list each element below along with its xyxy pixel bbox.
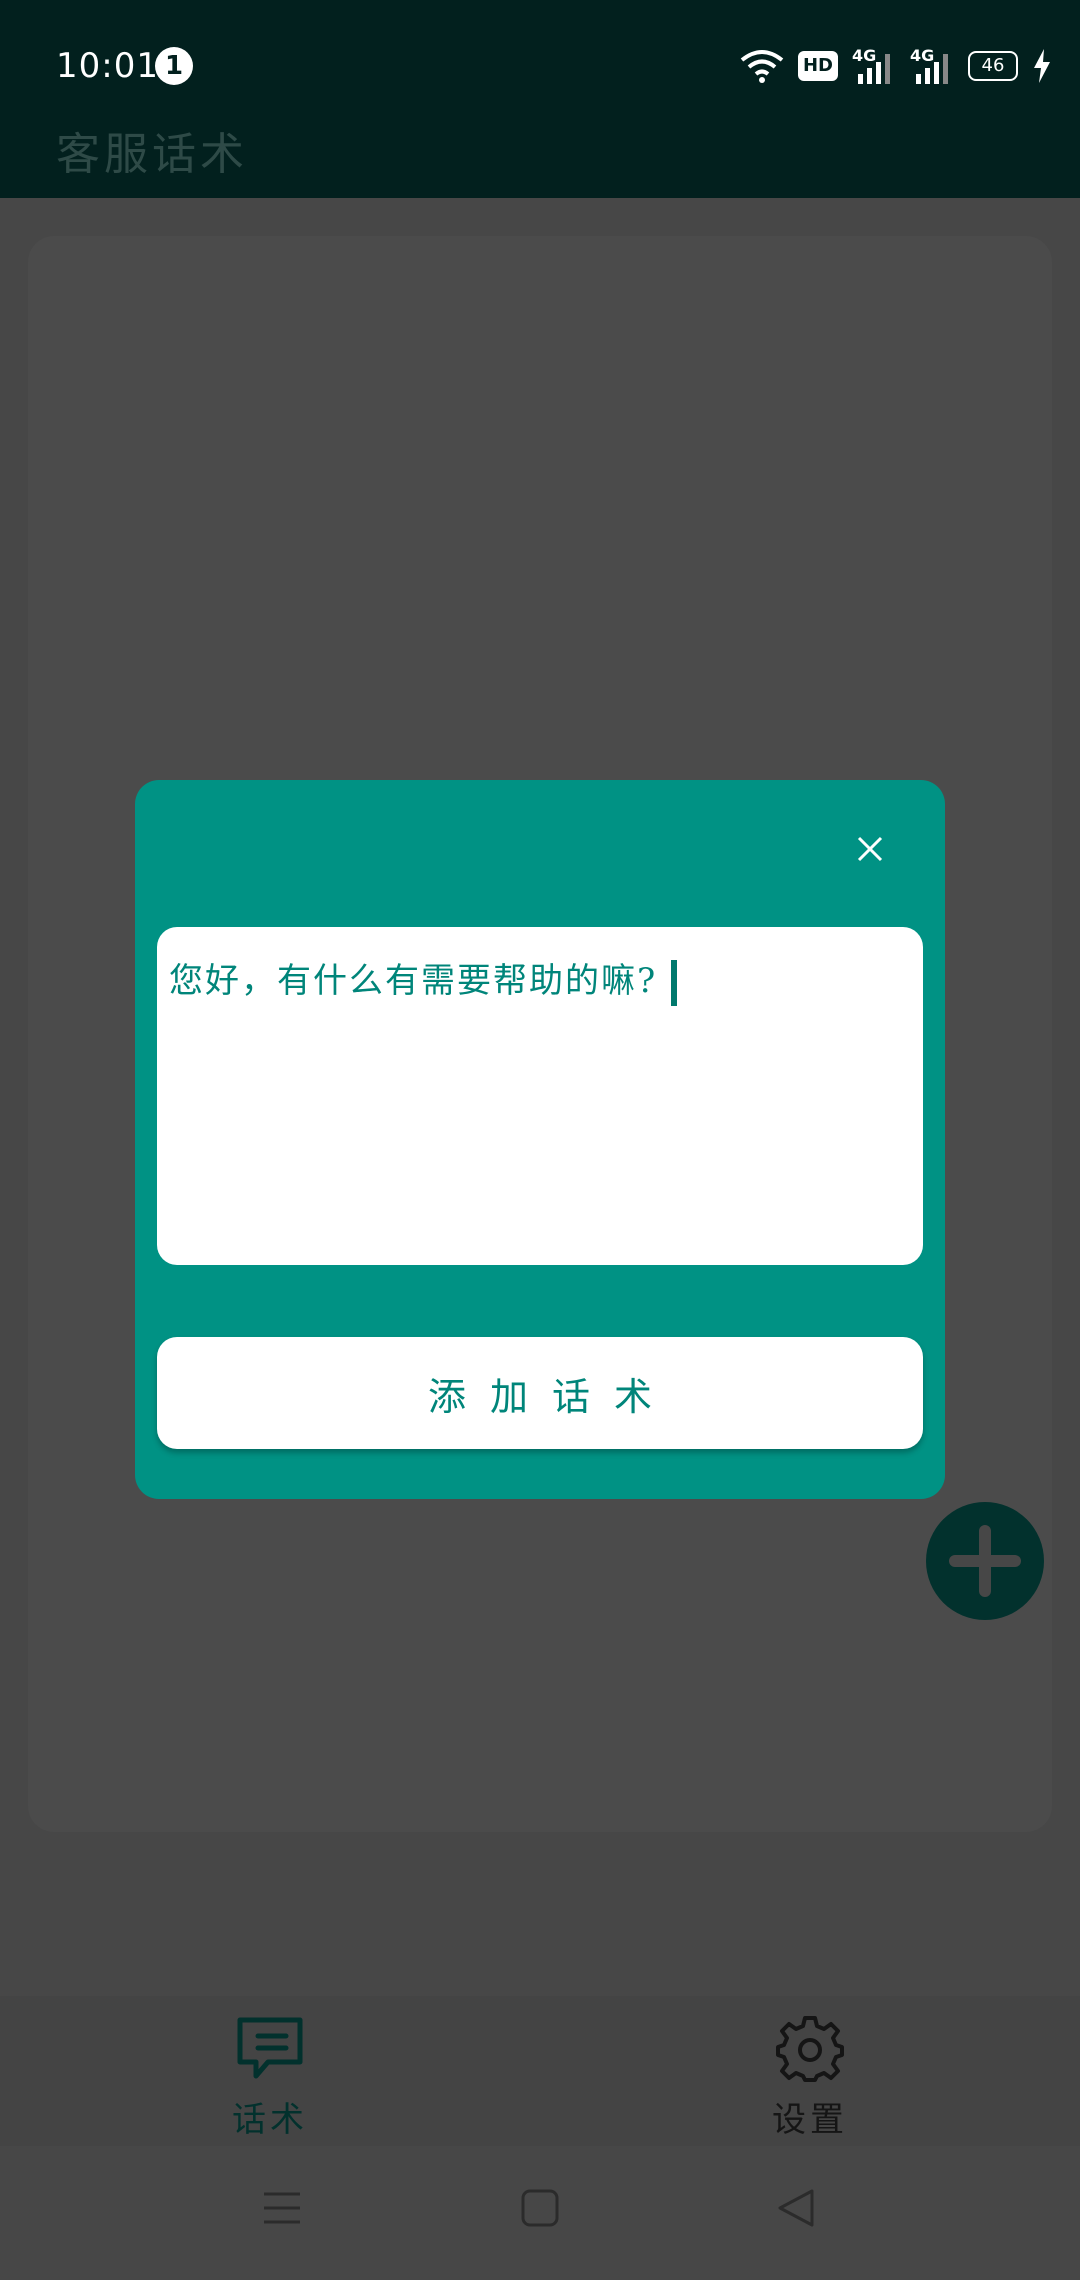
- text-cursor: [671, 960, 678, 1006]
- menu-icon[interactable]: [262, 2188, 302, 2228]
- add-phrase-dialog: 您好，有什么有需要帮助的嘛? 添加话术: [135, 780, 945, 1499]
- nav-label-settings: 设置: [772, 2100, 848, 2140]
- signal-icon-2: 4G: [910, 46, 954, 86]
- nav-label-phrases: 话术: [232, 2100, 308, 2140]
- status-icons: HD 4G 4G 46: [740, 44, 1052, 88]
- phrase-input-text: 您好，有什么有需要帮助的嘛?: [169, 961, 658, 1001]
- add-phrase-button[interactable]: 添加话术: [157, 1337, 923, 1449]
- plus-icon: [949, 1525, 1021, 1597]
- page-title: 客服话术: [56, 129, 248, 180]
- add-phrase-fab[interactable]: [926, 1502, 1044, 1620]
- nav-item-phrases[interactable]: 话术: [190, 2014, 350, 2141]
- wifi-icon: [740, 50, 784, 83]
- charging-icon: [1034, 49, 1050, 83]
- app-header: 10:01 1 HD 4G 4G 46 客服话术: [0, 0, 1080, 198]
- add-phrase-button-label: 添加话术: [427, 1374, 676, 1419]
- system-navigation: [0, 2146, 1080, 2280]
- chat-icon: [237, 2017, 303, 2079]
- phrase-input[interactable]: 您好，有什么有需要帮助的嘛?: [157, 927, 923, 1265]
- gear-icon: [776, 2016, 844, 2082]
- signal-icon-1: 4G: [852, 46, 896, 86]
- hd-icon: HD: [798, 51, 838, 81]
- battery-icon: 46: [968, 51, 1018, 81]
- home-icon[interactable]: [520, 2188, 560, 2228]
- back-icon[interactable]: [776, 2188, 816, 2228]
- close-button[interactable]: [841, 820, 899, 878]
- notification-badge: 1: [155, 47, 193, 85]
- nav-item-settings[interactable]: 设置: [730, 2014, 890, 2141]
- bottom-navigation: 话术 设置: [0, 1996, 1080, 2146]
- close-icon: [857, 836, 883, 862]
- status-time: 10:01: [56, 46, 159, 86]
